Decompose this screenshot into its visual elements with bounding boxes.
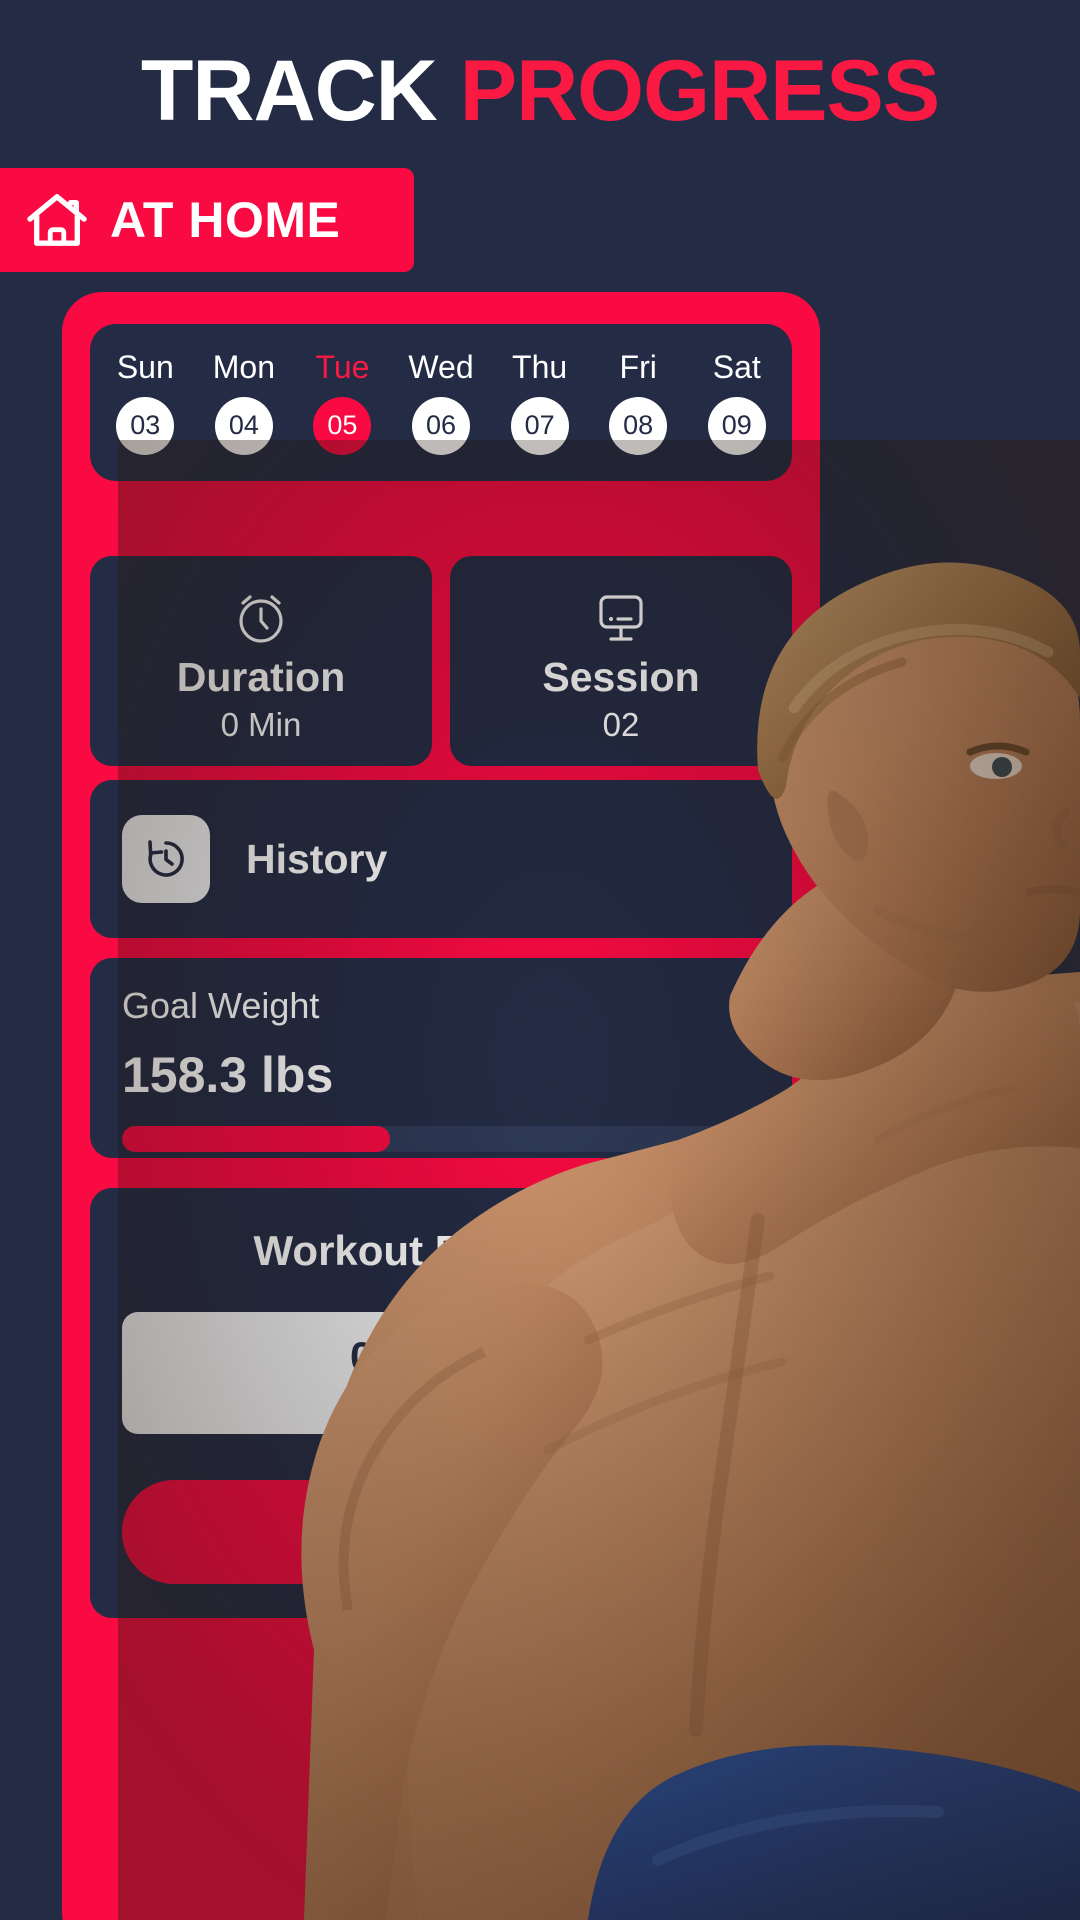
day-number[interactable]: 08	[609, 396, 668, 455]
reminder-time-value: 06:30 pm	[349, 1332, 533, 1380]
day-number[interactable]: 06	[412, 396, 471, 455]
history-label: History	[246, 835, 388, 882]
workout-reminder-card: Workout Reminder 06:30 pm Mon,Tue,Thu,Fr…	[90, 1188, 792, 1618]
day-name: Fri	[619, 348, 657, 385]
day-column-tue[interactable]: Tue 05	[293, 351, 392, 455]
goal-weight-card[interactable]: Goal Weight 158.3 lbs	[90, 958, 792, 1158]
day-name: Thu	[512, 348, 568, 385]
headline-word-progress: PROGRESS	[459, 43, 940, 139]
eye-iris	[992, 757, 1012, 777]
history-clock-icon	[148, 840, 184, 877]
mouth-line	[1026, 885, 1080, 896]
goal-weight-value: 158.3 lbs	[122, 1047, 334, 1103]
headline-word-track: TRACK	[140, 43, 438, 139]
alarm-clock-icon	[239, 595, 283, 643]
goal-weight-label: Goal Weight	[122, 985, 320, 1026]
workout-reminder-title: Workout Reminder	[253, 1227, 629, 1274]
day-column-sun[interactable]: Sun 03	[96, 351, 195, 455]
goal-progress-track	[122, 1126, 760, 1152]
history-row[interactable]: History	[90, 780, 792, 938]
day-name: Mon	[212, 348, 275, 385]
add-reminder-button[interactable]: Add Reminder	[122, 1480, 760, 1584]
session-card[interactable]: Session 02	[450, 556, 792, 766]
monitor-icon	[599, 595, 643, 641]
day-name: Wed	[408, 348, 474, 385]
session-value: 02	[602, 706, 640, 743]
day-number[interactable]: 07	[510, 396, 569, 455]
session-label: Session	[542, 654, 700, 700]
eyebrow	[966, 742, 1030, 756]
day-number[interactable]: 03	[116, 396, 175, 455]
ear-shape	[827, 790, 869, 862]
day-name: Sat	[712, 348, 761, 385]
day-column-sat[interactable]: Sat 09	[687, 351, 786, 455]
reminder-days-value: Mon,Tue,Thu,Fri	[349, 1383, 533, 1412]
day-column-thu[interactable]: Thu 07	[490, 351, 589, 455]
stats-row: Duration 0 Min Session 02	[90, 556, 792, 766]
week-strip[interactable]: Sun 03 Mon 04 Tue 05 Wed 06 Thu 07 Fri 0…	[90, 324, 792, 481]
day-name: Tue	[315, 348, 370, 385]
day-column-wed[interactable]: Wed 06	[392, 351, 491, 455]
eye-white	[970, 753, 1022, 779]
at-home-label: AT HOME	[110, 192, 341, 248]
history-icon-container	[122, 815, 210, 903]
day-number[interactable]: 09	[707, 396, 766, 455]
delt-line	[874, 1084, 1018, 1144]
page-title: TRACK PROGRESS	[0, 46, 1080, 136]
day-number-selected[interactable]: 05	[313, 396, 372, 455]
day-number[interactable]: 04	[214, 396, 273, 455]
at-home-banner[interactable]: AT HOME	[0, 168, 414, 272]
app-screenshot: TRACK PROGRESS AT HOME Sun 03 Mon 04 Tue…	[0, 0, 1080, 1920]
duration-value: 0 Min	[220, 706, 302, 743]
jaw-line	[873, 905, 1029, 943]
duration-card[interactable]: Duration 0 Min	[90, 556, 432, 766]
day-name: Sun	[116, 348, 174, 385]
hair-strand-1	[788, 624, 1054, 714]
day-column-mon[interactable]: Mon 04	[195, 351, 294, 455]
goal-progress-fill	[122, 1126, 390, 1152]
house-icon	[27, 194, 87, 246]
duration-label: Duration	[176, 654, 346, 700]
day-column-fri[interactable]: Fri 08	[589, 351, 688, 455]
phone-frame: Sun 03 Mon 04 Tue 05 Wed 06 Thu 07 Fri 0…	[62, 292, 820, 1920]
nose-line	[1052, 808, 1070, 850]
reminder-time-field[interactable]: 06:30 pm Mon,Tue,Thu,Fri	[122, 1312, 760, 1434]
